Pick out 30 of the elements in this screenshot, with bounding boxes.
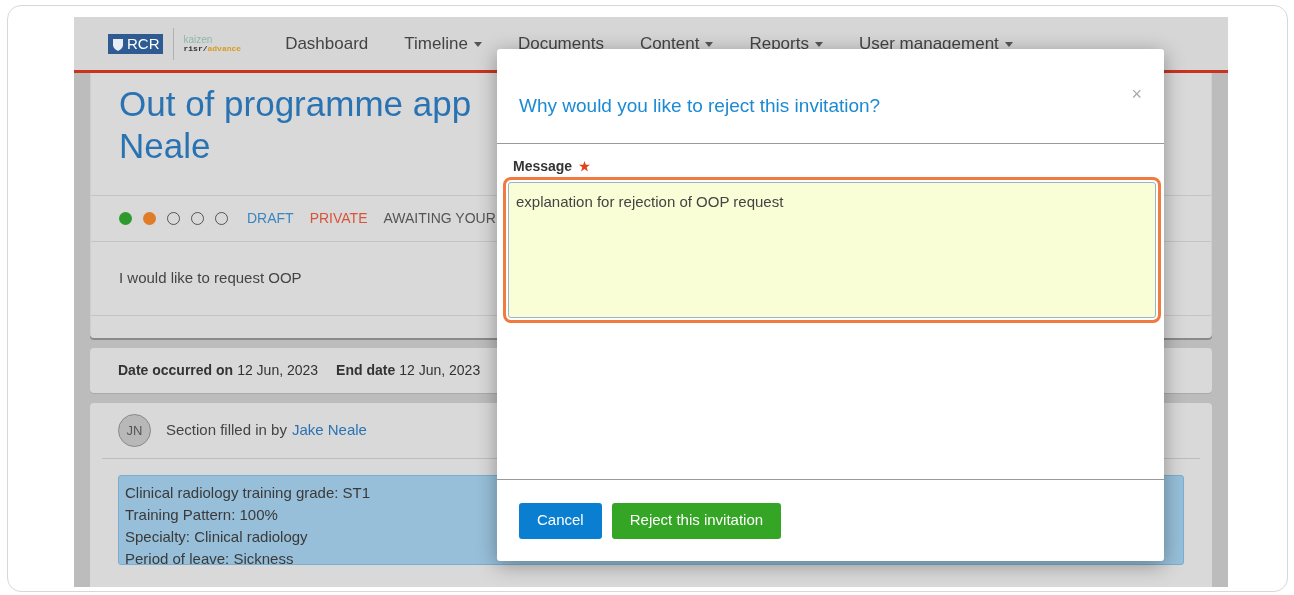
crest-icon [111, 36, 125, 51]
date-value: 12 Jun, 2023 [237, 361, 319, 380]
dialog-title: Why would you like to reject this invitation? [519, 93, 881, 118]
status-label: PRIVATE [309, 209, 368, 228]
nav-link[interactable]: Dashboard [285, 30, 369, 57]
page-title: Neale [119, 125, 211, 167]
detail-line: Specialty: Clinical radiology [125, 527, 308, 547]
detail-line: Period of leave: Sickness [125, 549, 294, 564]
brand-name: kaizen [183, 34, 214, 45]
nav-link[interactable]: Content [639, 30, 714, 57]
page-title: Out of programme app [119, 83, 472, 125]
date-label: End date [336, 361, 396, 380]
section-text: Section filled in by [166, 420, 287, 441]
field-label: Message [513, 157, 573, 176]
cancel-button[interactable]: Cancel [519, 502, 602, 539]
college-logo-text: RCR [127, 36, 160, 51]
date-label: Date occurred on [118, 361, 234, 380]
date-value: 12 Jun, 2023 [399, 361, 481, 380]
detail-line: Clinical radiology training grade: ST1 [125, 483, 371, 503]
user-avatar: JN [118, 414, 151, 447]
nav-link[interactable]: Timeline [404, 30, 482, 57]
college-logo[interactable]: RCR [108, 33, 163, 54]
status-label: AWAITING YOUR [383, 209, 496, 228]
author-link[interactable]: Jake Neale [291, 419, 367, 442]
nav-link[interactable]: User management [858, 30, 1013, 57]
detail-line: Training Pattern: 100% [125, 505, 278, 525]
status-label: DRAFT [247, 209, 294, 228]
brand-tagline: risr/advance [183, 44, 242, 53]
description-text: I would like to request OOP [119, 268, 302, 289]
nav-link[interactable]: Reports [749, 30, 823, 57]
